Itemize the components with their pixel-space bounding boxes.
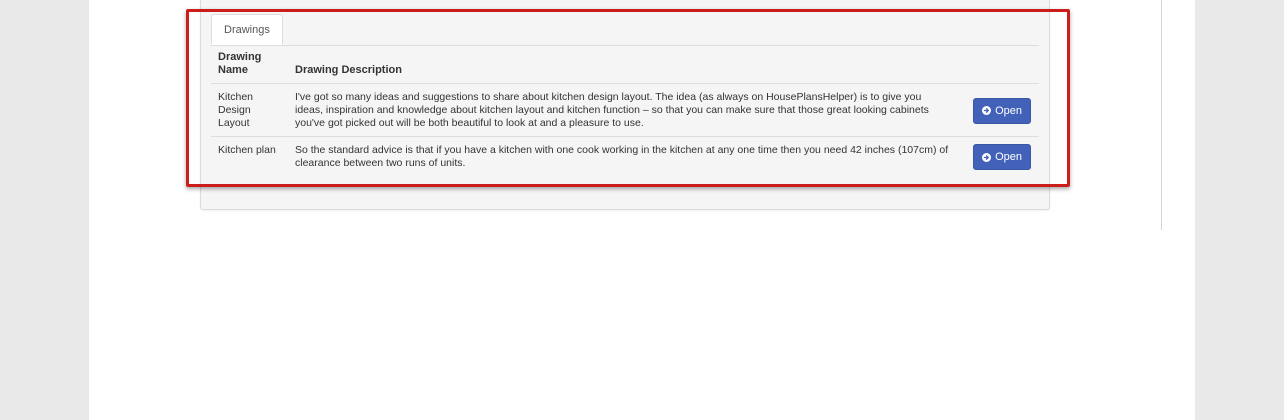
open-button[interactable]: Open <box>973 144 1031 170</box>
open-button-label: Open <box>995 151 1022 163</box>
column-header-drawing-description: Drawing Description <box>288 45 960 84</box>
drawings-panel: Drawings Drawing Name Drawing Descriptio… <box>200 0 1050 210</box>
drawing-name-cell: Kitchen Design Layout <box>211 83 288 137</box>
action-cell: Open <box>960 137 1039 177</box>
table-row: Kitchen Design Layout I've got so many i… <box>211 83 1039 137</box>
action-cell: Open <box>960 83 1039 137</box>
drawings-table: Drawing Name Drawing Description Kitchen… <box>211 45 1039 176</box>
circle-arrow-right-icon <box>982 106 992 115</box>
column-header-name-line2: Name <box>218 64 248 76</box>
drawing-name-cell: Kitchen plan <box>218 144 276 156</box>
tab-drawings[interactable]: Drawings <box>211 14 283 45</box>
page-canvas: Drawings Drawing Name Drawing Descriptio… <box>89 0 1195 420</box>
open-button-label: Open <box>995 104 1022 117</box>
column-header-name-line1: Drawing <box>218 51 262 63</box>
drawing-description-cell: So the standard advice is that if you ha… <box>295 144 949 169</box>
table-header-row: Drawing Name Drawing Description <box>211 45 1039 84</box>
column-header-action <box>960 45 1039 84</box>
tab-strip: Drawings <box>211 14 1039 46</box>
circle-arrow-right-icon <box>982 152 992 162</box>
drawing-description-cell: I've got so many ideas and suggestions t… <box>288 83 960 137</box>
open-button[interactable]: Open <box>973 97 1031 124</box>
divider <box>1161 0 1162 230</box>
column-header-drawing-name: Drawing Name <box>211 45 288 84</box>
table-row: Kitchen plan So the standard advice is t… <box>211 137 1039 177</box>
